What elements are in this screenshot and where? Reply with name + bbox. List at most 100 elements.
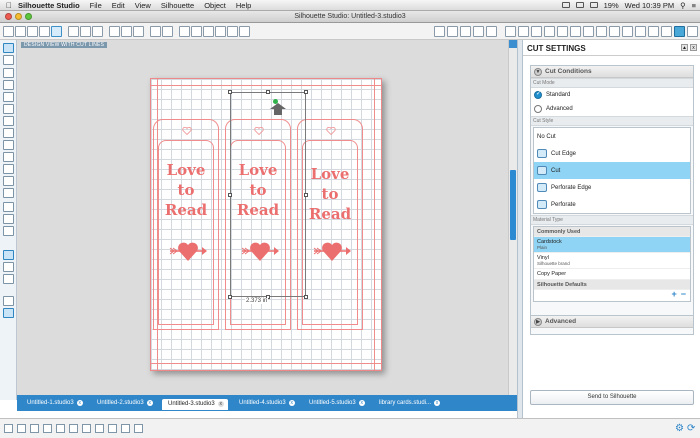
add-material-button[interactable]: +: [671, 289, 676, 299]
print-icon[interactable]: [68, 25, 79, 37]
close-tab-icon[interactable]: x: [217, 401, 224, 407]
eraser-tool-icon[interactable]: [3, 214, 14, 224]
line-tool-icon[interactable]: [3, 68, 14, 78]
style-cut-edge[interactable]: Cut Edge: [534, 145, 690, 162]
nesting-icon[interactable]: [635, 26, 646, 37]
remove-material-button[interactable]: −: [681, 289, 686, 299]
text-style-icon[interactable]: [505, 26, 516, 37]
tab-untitled-3[interactable]: Untitled-3.studio3 x: [161, 398, 229, 410]
grid-settings-icon[interactable]: [460, 26, 471, 37]
style-perforate[interactable]: Perforate: [534, 196, 690, 213]
app-name-menu[interactable]: Silhouette Studio: [18, 1, 80, 10]
line-color-icon[interactable]: [486, 26, 497, 37]
menu-list-icon[interactable]: ≡: [692, 1, 696, 10]
new-document-icon[interactable]: [3, 25, 14, 37]
replicate-icon[interactable]: [531, 26, 542, 37]
cut-send-icon[interactable]: [92, 25, 103, 37]
selection-box[interactable]: [228, 90, 308, 299]
resize-handle[interactable]: [304, 90, 308, 94]
canvas-scrollbar[interactable]: [508, 40, 517, 395]
bring-front-icon[interactable]: [56, 424, 65, 433]
pan-hand-icon[interactable]: [179, 25, 190, 37]
panel-collapse-button[interactable]: ▲: [681, 44, 688, 51]
knife-icon[interactable]: [609, 26, 620, 37]
cut-settings-icon[interactable]: [674, 26, 685, 37]
scroll-thumb[interactable]: [510, 170, 516, 240]
send-to-silhouette-button[interactable]: Send to Silhouette: [530, 390, 694, 405]
align-icon[interactable]: [583, 26, 594, 37]
radio-standard[interactable]: [534, 90, 542, 99]
menu-edit[interactable]: Edit: [112, 1, 125, 10]
ungroup-icon[interactable]: [17, 424, 26, 433]
save-icon[interactable]: [39, 25, 50, 37]
make-compound-icon[interactable]: [30, 424, 39, 433]
redo-icon[interactable]: [162, 25, 173, 37]
fill-color-icon[interactable]: [473, 26, 484, 37]
point-edit-icon[interactable]: [3, 55, 14, 65]
material-group-defaults[interactable]: Silhouette Defaults: [534, 280, 690, 290]
gear-icon[interactable]: ⚙: [675, 423, 684, 434]
send-back-icon[interactable]: [69, 424, 78, 433]
copy-icon[interactable]: [121, 25, 132, 37]
radio-advanced[interactable]: [534, 105, 542, 113]
clock[interactable]: Wed 10:39 PM: [625, 1, 674, 10]
paste-icon[interactable]: [133, 25, 144, 37]
tab-untitled-4[interactable]: Untitled-4.studio3 x: [233, 398, 299, 410]
send-icon[interactable]: [687, 26, 698, 37]
style-perforate-edge[interactable]: Perforate Edge: [534, 179, 690, 196]
resize-handle[interactable]: [304, 295, 308, 299]
media-icon[interactable]: [661, 26, 672, 37]
resize-handle[interactable]: [228, 295, 232, 299]
transform-icon[interactable]: [518, 26, 529, 37]
close-tab-icon[interactable]: x: [288, 400, 295, 406]
search-icon[interactable]: ⚲: [680, 1, 686, 10]
store-icon[interactable]: [51, 25, 62, 37]
resize-handle[interactable]: [228, 193, 232, 197]
offset-icon[interactable]: [557, 26, 568, 37]
eraser-icon[interactable]: [622, 26, 633, 37]
weld-icon[interactable]: [95, 424, 104, 433]
undo-icon[interactable]: [150, 25, 161, 37]
menu-file[interactable]: File: [90, 1, 102, 10]
pen-tool-icon[interactable]: [3, 152, 14, 162]
scissors-icon[interactable]: [109, 25, 120, 37]
registration-marks-icon[interactable]: [447, 26, 458, 37]
zoom-out-icon[interactable]: [203, 25, 214, 37]
library-icon[interactable]: [27, 25, 38, 37]
material-vinyl[interactable]: Vinyl Silhouette brand: [534, 253, 690, 269]
resize-handle[interactable]: [304, 193, 308, 197]
layers-icon[interactable]: [596, 26, 607, 37]
collapse-panel-icon[interactable]: [509, 40, 517, 48]
close-tab-icon[interactable]: x: [76, 400, 83, 406]
material-cardstock[interactable]: Cardstock Plain: [534, 237, 690, 253]
polygon-tool-icon[interactable]: [3, 80, 14, 90]
mode-standard[interactable]: Standard: [531, 88, 693, 102]
wifi-icon[interactable]: [561, 2, 570, 8]
advanced-header[interactable]: ▶ Advanced: [531, 316, 693, 328]
cut-view-icon[interactable]: [3, 250, 14, 260]
tab-library-cards[interactable]: library cards.studi... x: [373, 398, 445, 410]
open-file-icon[interactable]: [15, 25, 26, 37]
drag-zoom-icon[interactable]: [227, 25, 238, 37]
tab-untitled-5[interactable]: Untitled-5.studio3 x: [303, 398, 369, 410]
print-cut-icon[interactable]: [80, 25, 91, 37]
pencil-tool-icon[interactable]: [3, 164, 14, 174]
rounded-rect-icon[interactable]: [3, 104, 14, 114]
mirror-icon[interactable]: [121, 424, 130, 433]
release-compound-icon[interactable]: [43, 424, 52, 433]
refresh-icon[interactable]: ⟳: [687, 423, 695, 434]
zoom-select-icon[interactable]: [215, 25, 226, 37]
arc-tool-icon[interactable]: [3, 176, 14, 186]
design-view-icon[interactable]: [3, 296, 14, 306]
style-no-cut[interactable]: No Cut: [534, 128, 690, 145]
trace-icon[interactable]: [570, 26, 581, 37]
mode-advanced[interactable]: Advanced: [531, 102, 693, 116]
volume-icon[interactable]: [575, 2, 584, 8]
knife-tool-icon[interactable]: [3, 226, 14, 236]
page-settings-icon[interactable]: [434, 26, 445, 37]
close-tab-icon[interactable]: x: [434, 400, 441, 406]
cut-lines-view-icon[interactable]: [3, 308, 14, 318]
menu-help[interactable]: Help: [236, 1, 251, 10]
print-view-icon[interactable]: [3, 262, 14, 272]
group-icon[interactable]: [4, 424, 13, 433]
